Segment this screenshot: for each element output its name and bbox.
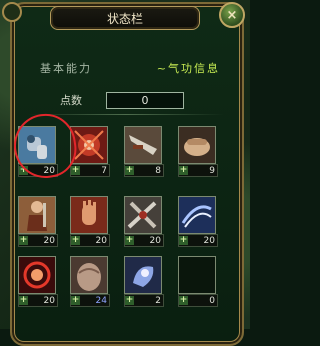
plus-icon[interactable]: +	[179, 296, 188, 305]
skill-slot[interactable]: + 20	[178, 196, 218, 247]
blue-hand-icon	[124, 256, 162, 294]
palm-icon	[70, 196, 108, 234]
skill-slot[interactable]: + 20	[18, 256, 58, 307]
skill-level-value: 7	[101, 165, 107, 176]
skill-level-value: 24	[95, 295, 107, 306]
points-value: 0	[106, 91, 184, 109]
skill-level: + 0	[178, 294, 218, 307]
warrior-icon	[18, 196, 56, 234]
skill-level: + 20	[18, 294, 58, 307]
skill-level-value: 20	[149, 235, 161, 246]
blue-swirl-icon	[178, 196, 216, 234]
plus-icon[interactable]: +	[125, 296, 134, 305]
divider	[28, 114, 224, 115]
plus-icon[interactable]: +	[71, 296, 80, 305]
title-plate: 状态栏	[50, 6, 200, 30]
skill-level-value: 0	[209, 295, 215, 306]
close-button[interactable]: ×	[219, 2, 245, 28]
crossed-swords-icon	[124, 196, 162, 234]
blade-icon	[124, 126, 162, 164]
red-vortex-icon	[18, 256, 56, 294]
plus-icon[interactable]: +	[179, 166, 188, 175]
tab-basic-ability[interactable]: 基本能力	[40, 60, 92, 76]
close-icon: ×	[226, 7, 238, 23]
fist-icon	[178, 126, 216, 164]
empty-slot-icon	[178, 256, 216, 294]
skill-level: + 7	[70, 164, 110, 177]
skill-level-value: 20	[95, 235, 107, 246]
skill-slot[interactable]: + 0	[178, 256, 218, 307]
skill-level: + 20	[70, 234, 110, 247]
title-bar: 状态栏	[10, 4, 240, 32]
skill-slot[interactable]: + 24	[70, 256, 110, 307]
skill-slot[interactable]: + 8	[124, 126, 164, 177]
plus-icon[interactable]: +	[125, 236, 134, 245]
points-label: 点数	[60, 94, 82, 107]
plus-icon[interactable]: +	[71, 236, 80, 245]
skill-slot[interactable]: + 20	[18, 196, 58, 247]
skill-level: + 20	[178, 234, 218, 247]
skill-slot[interactable]: + 20	[70, 196, 110, 247]
plus-icon[interactable]: +	[125, 166, 134, 175]
skill-level-value: 8	[155, 165, 161, 176]
skill-level: + 24	[70, 294, 110, 307]
skill-level: + 20	[18, 234, 58, 247]
plus-icon[interactable]: +	[19, 296, 28, 305]
tab-bar: 基本能力 ~气功信息	[40, 58, 220, 78]
skill-level: + 9	[178, 164, 218, 177]
skill-level-value: 20	[43, 295, 55, 306]
plus-icon[interactable]: +	[71, 166, 80, 175]
skill-level-value: 20	[203, 235, 215, 246]
skill-level-value: 2	[155, 295, 161, 306]
tab-qigong-info[interactable]: ~气功信息	[157, 60, 220, 76]
skill-level: + 8	[124, 164, 164, 177]
window-title: 状态栏	[106, 11, 143, 26]
skill-slot[interactable]: + 2	[124, 256, 164, 307]
skill-level: + 20	[124, 234, 164, 247]
skill-slot[interactable]: + 20	[124, 196, 164, 247]
muscle-icon	[70, 256, 108, 294]
skill-slot[interactable]: + 9	[178, 126, 218, 177]
points-row: 点数 0	[36, 91, 184, 109]
skill-level-value: 20	[43, 235, 55, 246]
plus-icon[interactable]: +	[179, 236, 188, 245]
skill-level: + 2	[124, 294, 164, 307]
skill-level-value: 9	[209, 165, 215, 176]
plus-icon[interactable]: +	[19, 236, 28, 245]
